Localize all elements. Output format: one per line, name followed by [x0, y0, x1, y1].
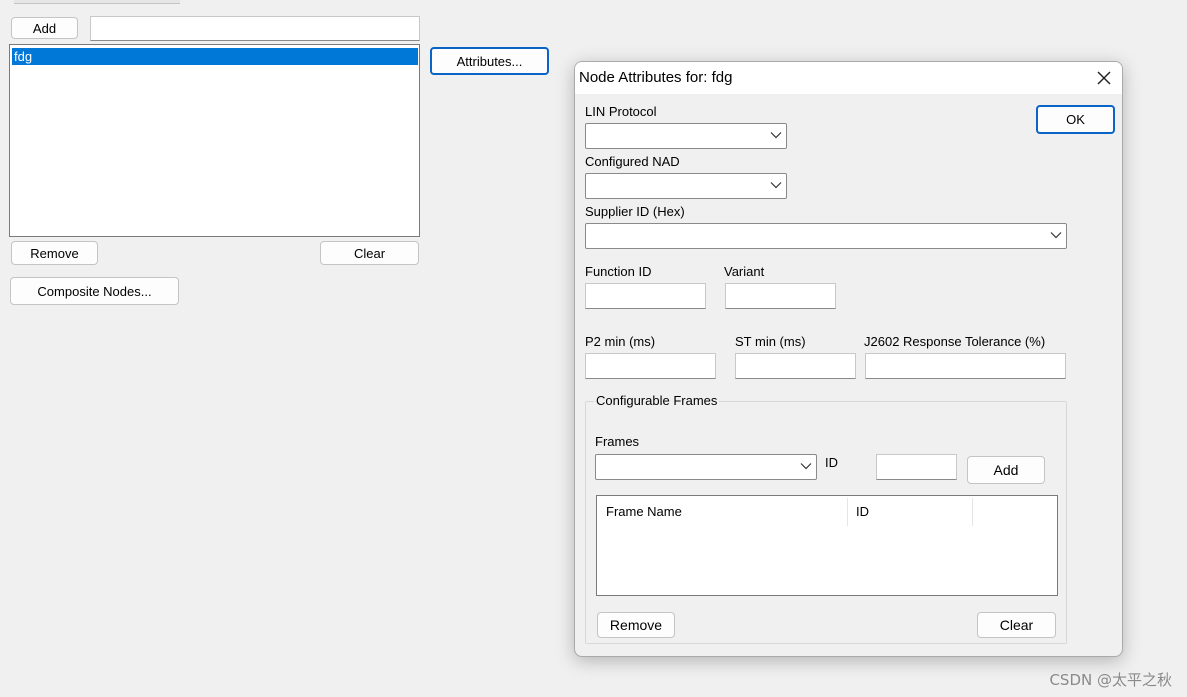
response-tolerance-label: J2602 Response Tolerance (%)	[864, 334, 1046, 349]
frames-select[interactable]	[595, 454, 817, 480]
frame-id-input[interactable]	[876, 454, 957, 480]
variant-input[interactable]	[725, 283, 836, 309]
frame-id-label: ID	[825, 455, 838, 470]
frames-list-view[interactable]: Frame Name ID	[596, 495, 1058, 596]
configurable-frames-title: Configurable Frames	[594, 393, 720, 408]
frames-list-header: Frame Name ID	[597, 496, 1057, 528]
column-separator[interactable]	[847, 498, 848, 526]
add-node-button[interactable]: Add	[11, 17, 78, 39]
remove-node-button[interactable]: Remove	[11, 241, 98, 265]
watermark: CSDN @太平之秋	[1049, 671, 1172, 689]
top-edge-button	[14, 0, 180, 4]
frames-label: Frames	[595, 434, 640, 449]
column-frame-name[interactable]: Frame Name	[606, 504, 682, 519]
p2-min-input[interactable]	[585, 353, 716, 379]
chevron-down-icon	[800, 463, 812, 470]
dialog-title: Node Attributes for: fdg	[579, 69, 733, 86]
node-attributes-dialog: Node Attributes for: fdg OK LIN Protocol…	[574, 61, 1123, 657]
supplier-id-label: Supplier ID (Hex)	[585, 204, 685, 219]
function-id-input[interactable]	[585, 283, 706, 309]
configurable-frames-group: Configurable Frames Frames ID Add Frame …	[585, 393, 1067, 644]
composite-nodes-button[interactable]: Composite Nodes...	[10, 277, 179, 305]
lin-protocol-label: LIN Protocol	[585, 104, 657, 119]
clear-nodes-button[interactable]: Clear	[320, 241, 419, 265]
configured-nad-label: Configured NAD	[585, 154, 680, 169]
chevron-down-icon	[770, 132, 782, 139]
variant-label: Variant	[724, 264, 765, 279]
supplier-id-select[interactable]	[585, 223, 1067, 249]
dialog-titlebar: Node Attributes for: fdg	[575, 62, 1122, 94]
lin-protocol-select[interactable]	[585, 123, 787, 149]
st-min-label: ST min (ms)	[735, 334, 806, 349]
chevron-down-icon	[1050, 232, 1062, 239]
configured-nad-select[interactable]	[585, 173, 787, 199]
column-separator[interactable]	[972, 498, 973, 526]
column-id[interactable]: ID	[856, 504, 869, 519]
add-frame-button[interactable]: Add	[967, 456, 1045, 484]
node-name-input[interactable]	[90, 16, 420, 41]
list-item-selected[interactable]: fdg	[12, 48, 418, 65]
attributes-button[interactable]: Attributes...	[430, 47, 549, 75]
response-tolerance-input[interactable]	[865, 353, 1066, 379]
p2-min-label: P2 min (ms)	[585, 334, 656, 349]
remove-frame-button[interactable]: Remove	[597, 612, 675, 638]
chevron-down-icon	[770, 182, 782, 189]
function-id-label: Function ID	[585, 264, 652, 279]
clear-frames-button[interactable]: Clear	[977, 612, 1056, 638]
st-min-input[interactable]	[735, 353, 856, 379]
ok-button[interactable]: OK	[1036, 105, 1115, 134]
close-icon[interactable]	[1092, 66, 1116, 90]
node-list[interactable]: fdg	[9, 44, 420, 237]
